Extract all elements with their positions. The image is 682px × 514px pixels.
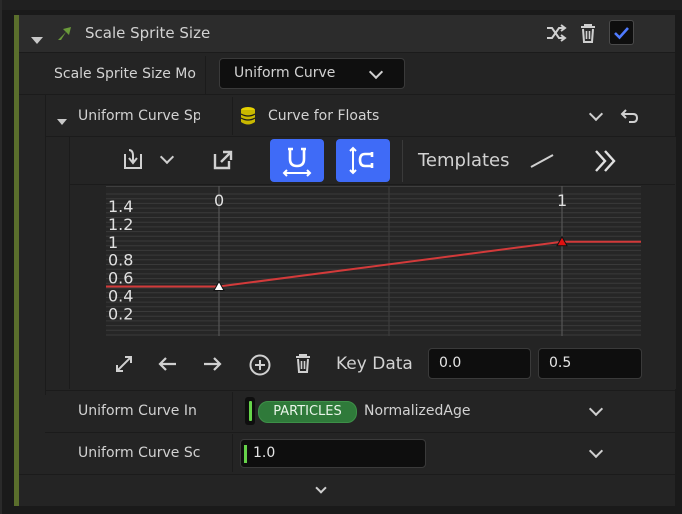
y-tick-label: 1 <box>108 233 118 252</box>
curve-chart[interactable]: 0.20.40.60.811.21.4 0 1 <box>106 186 641 336</box>
column-divider <box>232 392 233 430</box>
input-value[interactable]: NormalizedAge <box>364 403 470 419</box>
particles-badge: PARTICLES <box>258 401 357 423</box>
mode-label: Scale Sprite Size Mo <box>54 66 196 82</box>
toolbar-separator <box>70 184 675 185</box>
column-divider <box>232 434 233 472</box>
x-tick-label: 0 <box>214 191 224 210</box>
x-tick-label: 1 <box>557 191 567 210</box>
triangle-down-icon <box>31 37 43 44</box>
chevron-down-icon <box>368 64 384 80</box>
database-icon <box>239 106 257 126</box>
input-label: Uniform Curve In <box>78 403 197 419</box>
fit-icon[interactable] <box>114 354 134 374</box>
panel-border <box>0 0 2 514</box>
module-color-bar <box>14 15 19 506</box>
curve-source-dropdown[interactable]: Curve for Floats <box>268 108 379 124</box>
mode-dropdown[interactable]: Uniform Curve <box>219 58 405 89</box>
curve-expand-toggle[interactable] <box>57 110 67 129</box>
y-tick-label: 1.2 <box>108 215 133 234</box>
snap-horizontal-button[interactable] <box>270 139 324 182</box>
y-tick-label: 0.2 <box>108 304 133 323</box>
key-value-input[interactable]: 0.5 <box>538 348 642 379</box>
mode-dropdown-value: Uniform Curve <box>234 65 336 81</box>
checkbox-icon <box>614 27 629 40</box>
line-icon[interactable] <box>528 150 556 170</box>
add-circle-icon[interactable] <box>248 353 272 377</box>
separator <box>45 390 675 391</box>
magnet-horizontal-icon <box>282 147 312 177</box>
column-divider <box>205 56 206 94</box>
y-tick-label: 1.4 <box>108 197 133 216</box>
top-strip <box>0 0 682 10</box>
nested-border <box>45 95 46 395</box>
snap-vertical-button[interactable] <box>336 139 390 182</box>
module-enabled-checkbox[interactable] <box>609 20 634 45</box>
module-title: Scale Sprite Size <box>85 24 211 42</box>
toolbar-divider <box>402 140 403 182</box>
arrow-right-icon[interactable] <box>201 355 223 373</box>
curve-label: Uniform Curve Sp <box>78 108 200 124</box>
green-arrow-icon <box>55 24 75 42</box>
expand-toggle[interactable] <box>31 29 43 48</box>
trash-icon[interactable] <box>578 22 598 44</box>
magnet-vertical-icon <box>349 146 374 175</box>
import-icon[interactable] <box>120 146 148 172</box>
y-tick-label: 0.4 <box>108 286 133 305</box>
shuffle-icon[interactable] <box>545 23 567 43</box>
scale-input[interactable]: 1.0 <box>240 439 426 468</box>
undo-icon[interactable] <box>620 106 640 124</box>
separator <box>19 52 675 53</box>
separator <box>19 474 675 475</box>
triangle-down-icon <box>57 119 67 125</box>
double-chevron-right-icon[interactable] <box>592 148 620 174</box>
scale-input-value: 1.0 <box>253 445 276 461</box>
column-divider <box>232 97 233 135</box>
y-tick-label: 0.8 <box>108 251 133 270</box>
trash-icon[interactable] <box>293 352 313 374</box>
arrow-left-icon[interactable] <box>157 355 179 373</box>
separator <box>45 432 675 433</box>
templates-label: Templates <box>418 150 510 171</box>
export-icon[interactable] <box>212 149 234 171</box>
key-time-input[interactable]: 0.0 <box>428 348 531 379</box>
curve-graph[interactable]: 0.2 0.4 0.6 0.8 1 1.2 1.4 0 1 <box>106 186 641 336</box>
y-tick-label: 0.6 <box>108 269 133 288</box>
key-data-label: Key Data <box>336 354 413 374</box>
scale-label: Uniform Curve Sc <box>78 445 200 461</box>
input-pin[interactable] <box>245 397 255 425</box>
